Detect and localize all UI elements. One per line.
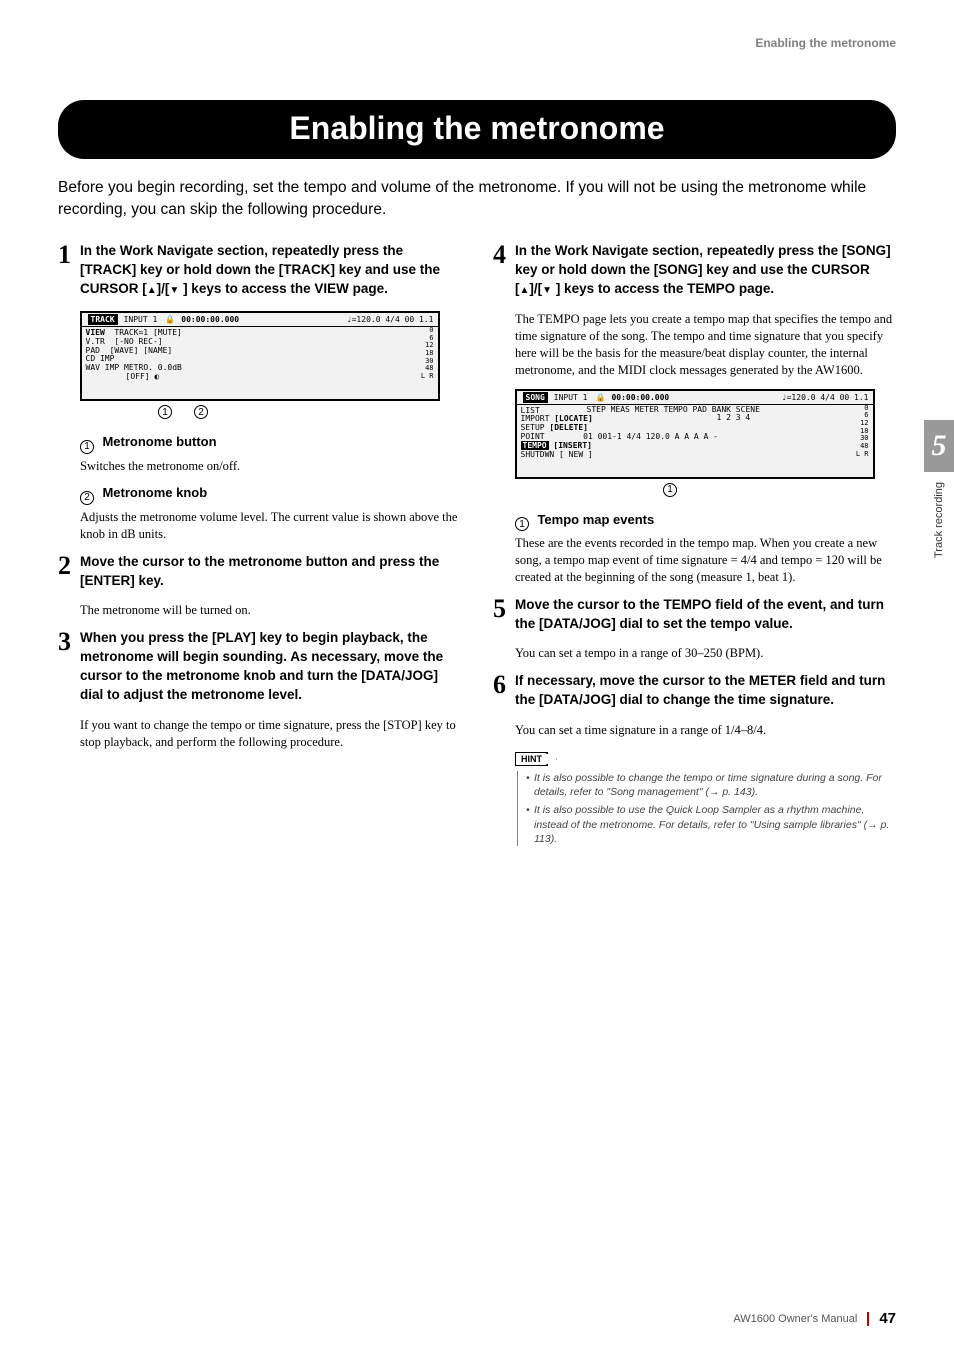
ss-tab: SONG <box>523 392 548 403</box>
ss-row-value: [WAVE] [NAME] <box>110 346 173 355</box>
step-number: 4 <box>493 242 515 299</box>
step-6-body: You can set a time signature in a range … <box>515 722 896 739</box>
step-heading: In the Work Navigate section, repeatedly… <box>80 242 461 299</box>
label-text: Metronome button <box>102 434 216 449</box>
callout-row: 1 <box>663 483 896 497</box>
ss-row: V.TR <box>86 337 105 346</box>
step-number: 2 <box>58 553 80 591</box>
section-title: Enabling the metronome <box>58 100 896 159</box>
hint-box: HINT It is also possible to change the t… <box>515 749 896 846</box>
ss-time: 00:00:00.000 <box>611 393 669 402</box>
ss-event-row: 01 001-1 4/4 120.0 A A A A - <box>583 432 718 441</box>
step-number: 5 <box>493 596 515 634</box>
step-5-body: You can set a tempo in a range of 30–250… <box>515 645 896 662</box>
step-heading: In the Work Navigate section, repeatedly… <box>515 242 896 299</box>
metronome-button-label: 1 Metronome button <box>80 433 461 454</box>
step-number: 1 <box>58 242 80 299</box>
ss-row: POINT <box>521 432 545 441</box>
ss-row-value: TRACK=1 [MUTE] <box>114 328 181 337</box>
ss-time: 00:00:00.000 <box>181 315 239 324</box>
cursor-up-icon <box>147 281 157 296</box>
metronome-knob-desc: Adjusts the metronome volume level. The … <box>80 509 461 543</box>
step-number: 3 <box>58 629 80 705</box>
cursor-down-icon <box>542 281 552 296</box>
step-number: 6 <box>493 672 515 710</box>
step-heading: If necessary, move the cursor to the MET… <box>515 672 896 710</box>
ss-meter: 0612183048L R <box>421 327 434 381</box>
label-text: Tempo map events <box>537 512 654 527</box>
ss-row: IMPORT <box>521 414 550 423</box>
ss-btn: [INSERT] <box>553 441 592 450</box>
track-view-screenshot: TRACK INPUT 1 🔒 00:00:00.000 ♩=120.0 4/4… <box>80 311 440 401</box>
text: ] keys to access the TEMPO page. <box>552 281 774 296</box>
tempo-map-events-desc: These are the events recorded in the tem… <box>515 535 896 586</box>
ss-metro-off: [OFF] <box>126 372 150 381</box>
step-2-body: The metronome will be turned on. <box>80 602 461 619</box>
step-heading: Move the cursor to the TEMPO field of th… <box>515 596 896 634</box>
callout-circle: 1 <box>515 517 529 531</box>
ss-row: WAV IMP <box>86 363 120 372</box>
step-3: 3 When you press the [PLAY] key to begin… <box>58 629 461 705</box>
ss-header-row: STEP MEAS METER TEMPO PAD BANK SCENE 1 2… <box>587 406 760 424</box>
right-column: 4 In the Work Navigate section, repeated… <box>493 242 896 849</box>
manual-name: AW1600 Owner's Manual <box>733 1313 857 1325</box>
callout-1: 1 <box>663 483 677 497</box>
lock-icon: 🔒 <box>165 315 175 324</box>
callout-2: 2 <box>194 405 208 419</box>
footer-divider <box>867 1312 869 1326</box>
hint-item: It is also possible to change the tempo … <box>526 771 896 799</box>
chapter-side-tab: 5 Track recording <box>924 420 954 580</box>
text: ]/[ <box>529 281 542 296</box>
ss-input: INPUT 1 <box>124 315 158 324</box>
text: ]/[ <box>157 281 170 296</box>
page-number: 47 <box>879 1310 896 1327</box>
lock-icon: 🔒 <box>595 393 605 402</box>
step-4-body: The TEMPO page lets you create a tempo m… <box>515 311 896 379</box>
ss-row-value: METRO. 0.0dB <box>124 363 182 372</box>
text: ] keys to access the VIEW page. <box>179 281 388 296</box>
hint-item: It is also possible to use the Quick Loo… <box>526 803 896 846</box>
ss-row-active: TEMPO <box>521 441 549 450</box>
song-tempo-screenshot: SONG INPUT 1 🔒 00:00:00.000 ♩=120.0 4/4 … <box>515 389 875 479</box>
step-6: 6 If necessary, move the cursor to the M… <box>493 672 896 710</box>
ss-row: VIEW <box>86 328 105 337</box>
ss-row: LIST <box>521 406 540 415</box>
ss-row: CD IMP <box>86 354 115 363</box>
ss-meter: 0612183048L R <box>856 405 869 459</box>
step-3-body: If you want to change the tempo or time … <box>80 717 461 751</box>
hint-tag: HINT <box>515 752 548 766</box>
step-heading: Move the cursor to the metronome button … <box>80 553 461 591</box>
step-2: 2 Move the cursor to the metronome butto… <box>58 553 461 591</box>
step-1: 1 In the Work Navigate section, repeated… <box>58 242 461 299</box>
step-4: 4 In the Work Navigate section, repeated… <box>493 242 896 299</box>
cursor-up-icon <box>520 281 530 296</box>
ss-tab: TRACK <box>88 314 118 325</box>
ss-btn: [ NEW ] <box>559 450 593 459</box>
running-header: Enabling the metronome <box>58 36 896 50</box>
metronome-button-desc: Switches the metronome on/off. <box>80 458 461 475</box>
callout-1: 1 <box>158 405 172 419</box>
left-column: 1 In the Work Navigate section, repeated… <box>58 242 461 849</box>
callout-row: 1 2 <box>158 405 461 419</box>
step-heading: When you press the [PLAY] key to begin p… <box>80 629 461 705</box>
page-footer: AW1600 Owner's Manual 47 <box>733 1310 896 1327</box>
ss-input: INPUT 1 <box>554 393 588 402</box>
ss-row: SHUTDWN <box>521 450 555 459</box>
ss-btn: [DELETE] <box>549 423 588 432</box>
ss-meta: ♩=120.0 4/4 00 1.1 <box>347 315 434 324</box>
metronome-knob-label: 2 Metronome knob <box>80 484 461 505</box>
step-5: 5 Move the cursor to the TEMPO field of … <box>493 596 896 634</box>
ss-row-value: [-NO REC-] <box>114 337 162 346</box>
intro-paragraph: Before you begin recording, set the temp… <box>58 177 896 220</box>
callout-circle: 2 <box>80 491 94 505</box>
cursor-down-icon <box>169 281 179 296</box>
ss-row: SETUP <box>521 423 545 432</box>
tempo-map-events-label: 1 Tempo map events <box>515 511 896 532</box>
ss-meta: ♩=120.0 4/4 00 1.1 <box>782 393 869 402</box>
label-text: Metronome knob <box>102 485 207 500</box>
chapter-name: Track recording <box>933 482 945 558</box>
callout-circle: 1 <box>80 440 94 454</box>
ss-row: PAD <box>86 346 100 355</box>
chapter-number: 5 <box>924 420 954 472</box>
